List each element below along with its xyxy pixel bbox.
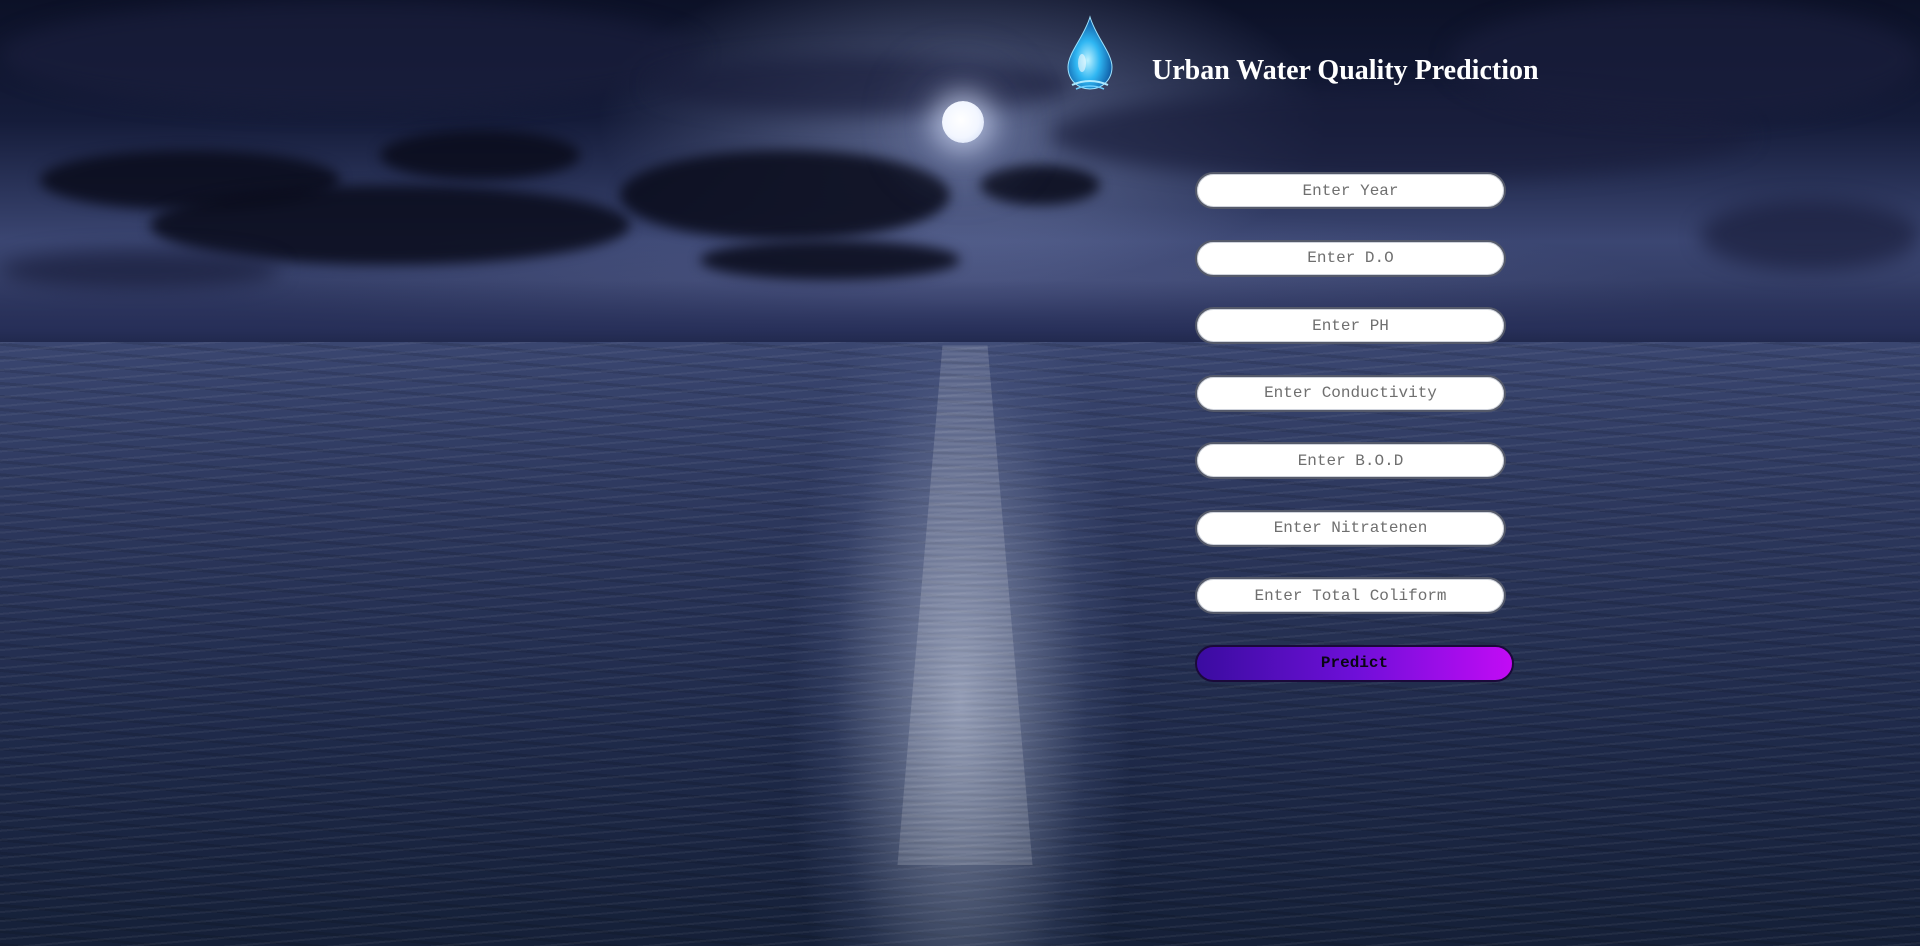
nitratenen-input[interactable] [1195,509,1506,547]
do-input[interactable] [1195,239,1506,277]
cloud [650,55,1070,115]
cloud [980,165,1100,205]
cloud [1700,200,1920,270]
page-title: Urban Water Quality Prediction [1152,55,1539,86]
cloud [620,150,950,240]
ph-input[interactable] [1195,307,1506,344]
cloud [0,0,700,110]
cloud [380,130,580,180]
total-coliform-input[interactable] [1195,577,1506,614]
moon [942,101,984,143]
year-input[interactable] [1195,172,1506,209]
background-scene [0,0,1920,946]
horizon [0,280,1920,350]
prediction-form: Predict [1195,172,1515,682]
cloud [700,240,960,280]
header: Urban Water Quality Prediction [1060,14,1539,94]
conductivity-input[interactable] [1195,374,1506,412]
predict-button[interactable]: Predict [1195,644,1514,682]
bod-input[interactable] [1195,442,1506,479]
water-drop-icon [1060,14,1120,94]
